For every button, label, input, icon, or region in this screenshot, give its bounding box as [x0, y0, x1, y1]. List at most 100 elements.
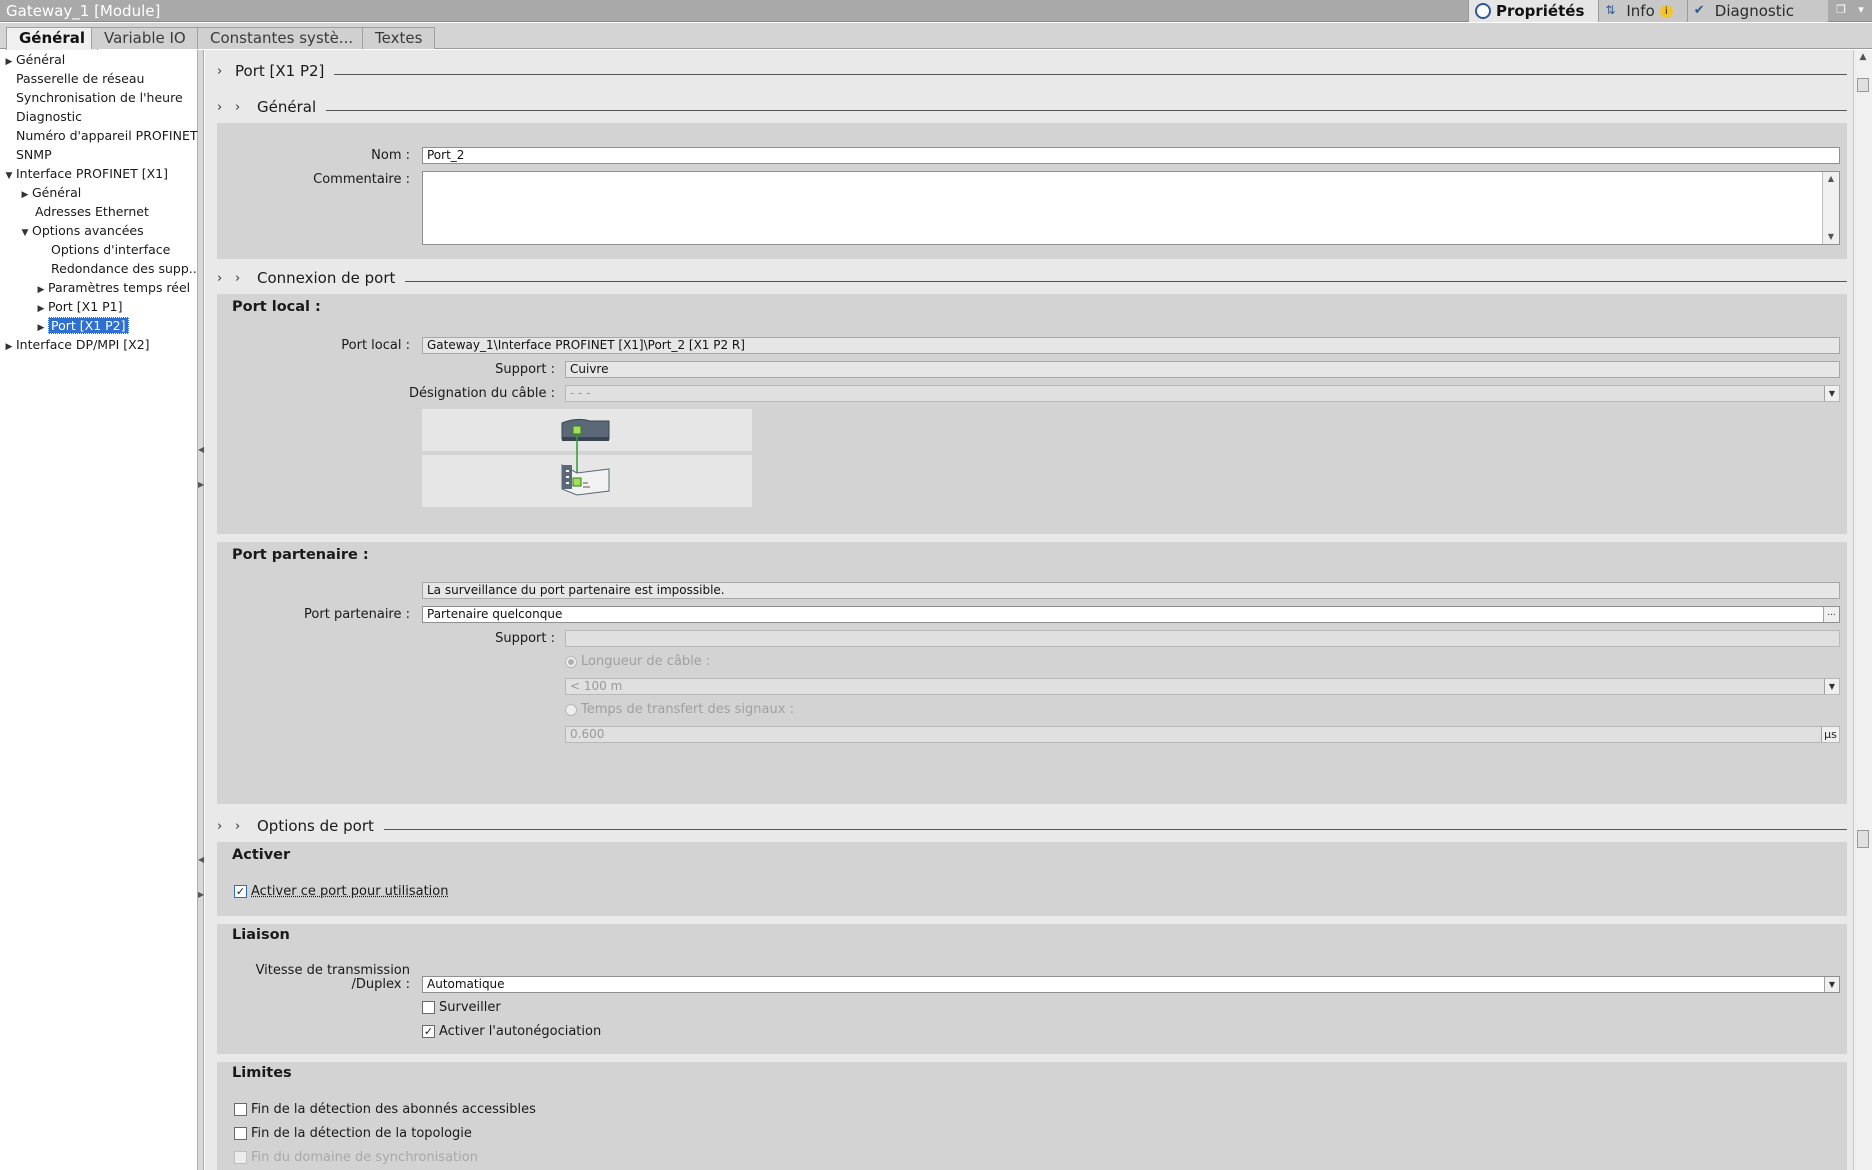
- scroll-thumb[interactable]: [1857, 78, 1869, 92]
- port-local-panel: Port local : Port local : Gateway_1\Inte…: [217, 294, 1847, 534]
- checkbox-checked-icon[interactable]: ✓: [422, 1025, 435, 1038]
- partner-port-label: Port partenaire :: [304, 607, 410, 622]
- connexion-section-header[interactable]: › › Connexion de port: [217, 268, 1847, 288]
- signal-delay-label: Temps de transfert des signaux :: [581, 702, 794, 717]
- speed-duplex-label-line2: /Duplex :: [351, 977, 410, 992]
- tree-item-realtime-params[interactable]: ▶ Paramètres temps réel: [34, 279, 191, 299]
- dropdown-arrow-icon[interactable]: ▼: [1824, 977, 1839, 992]
- minimize-icon[interactable]: ▾: [1854, 3, 1868, 17]
- radio-button[interactable]: [565, 703, 577, 716]
- expand-right-icon[interactable]: ▶: [198, 890, 204, 904]
- expand-arrow-icon[interactable]: ▶: [18, 186, 32, 204]
- dropdown-arrow-icon[interactable]: ▼: [1824, 679, 1839, 694]
- end-accessible-detection-checkbox[interactable]: Fin de la détection des abonnés accessib…: [234, 1102, 536, 1117]
- checkbox-unchecked-icon[interactable]: [422, 1001, 435, 1014]
- autonegotiation-checkbox[interactable]: ✓ Activer l'autonégociation: [422, 1024, 601, 1039]
- checkbox-unchecked-icon[interactable]: [234, 1103, 247, 1116]
- collapse-arrow-icon[interactable]: ▼: [18, 224, 32, 242]
- port-indicator-icon: [572, 425, 582, 435]
- dropdown-arrow-icon[interactable]: ▼: [1824, 386, 1839, 401]
- scroll-up-icon[interactable]: ▲: [1826, 174, 1836, 184]
- enable-port-checkbox[interactable]: ✓ Activer ce port pour utilisation: [234, 884, 448, 899]
- tree-item-dp-mpi-interface[interactable]: ▶ Interface DP/MPI [X2]: [2, 336, 150, 354]
- speed-duplex-select[interactable]: Automatique ▼: [422, 976, 1840, 993]
- tab-general[interactable]: Général: [6, 27, 98, 50]
- browse-button[interactable]: ...: [1823, 607, 1839, 622]
- section-chevron-icon[interactable]: ›: [235, 271, 253, 286]
- tree-item-device-number[interactable]: Numéro d'appareil PROFINET: [16, 127, 197, 145]
- tree-item-general[interactable]: ▶ Général: [2, 51, 66, 71]
- port-section-title: Port [X1 P2]: [235, 62, 325, 80]
- checkbox-unchecked-icon[interactable]: [234, 1127, 247, 1140]
- port-indicator-icon: [572, 477, 582, 487]
- tree-item-port-p1[interactable]: ▶ Port [X1 P1]: [34, 298, 123, 316]
- cable-designation-select[interactable]: - - - ▼: [565, 385, 1840, 402]
- diagnostic-icon: ✔: [1693, 3, 1705, 18]
- expand-arrow-icon[interactable]: ▶: [34, 319, 48, 337]
- general-panel: Nom : Port_2 Commentaire : ▲ ▼: [217, 123, 1847, 259]
- tab-system-constants[interactable]: Constantes systè...: [197, 27, 367, 49]
- options-section-header[interactable]: › › Options de port: [217, 816, 1847, 836]
- float-window-icon[interactable]: ❐: [1834, 3, 1848, 17]
- content-scrollbar[interactable]: ▲: [1853, 50, 1872, 1170]
- scroll-thumb[interactable]: [1857, 830, 1869, 848]
- scroll-down-icon[interactable]: ▼: [1826, 232, 1836, 242]
- tab-info[interactable]: ⇅ Info i: [1598, 0, 1687, 22]
- cable-length-radio[interactable]: Longueur de câble :: [565, 654, 710, 669]
- tree-splitter[interactable]: ◀ ▶ ◀ ▶: [198, 50, 204, 1170]
- end-topology-detection-checkbox[interactable]: Fin de la détection de la topologie: [234, 1126, 472, 1141]
- cable-designation-value: - - -: [570, 386, 591, 400]
- tab-diagnostic[interactable]: ✔ Diagnostic: [1686, 0, 1828, 22]
- tree-label: Général: [32, 185, 82, 200]
- tree-item-interface-general[interactable]: ▶ Général: [18, 184, 82, 204]
- cable-length-select[interactable]: < 100 m ▼: [565, 678, 1840, 695]
- expand-arrow-icon[interactable]: ▶: [34, 281, 48, 299]
- scroll-up-icon[interactable]: ▲: [1856, 52, 1870, 66]
- tab-properties[interactable]: Propriétés: [1467, 0, 1599, 22]
- port-section-header[interactable]: › Port [X1 P2]: [217, 61, 1847, 81]
- commentaire-textarea[interactable]: ▲ ▼: [422, 171, 1840, 245]
- limites-title: Limites: [232, 1065, 292, 1081]
- port-local-title: Port local :: [232, 299, 321, 315]
- cable-length-label: Longueur de câble :: [581, 654, 711, 669]
- signal-delay-field[interactable]: 0.600 µs: [565, 726, 1840, 743]
- collapse-left-icon[interactable]: ◀: [198, 445, 204, 459]
- radio-button[interactable]: [565, 655, 577, 668]
- activer-title: Activer: [232, 847, 291, 863]
- textarea-scrollbar[interactable]: ▲ ▼: [1822, 172, 1839, 244]
- checkbox-checked-icon[interactable]: ✓: [234, 885, 247, 898]
- tree-item-diagnostic[interactable]: Diagnostic: [16, 108, 82, 126]
- tree-item-media-redundancy[interactable]: Redondance des supp...: [51, 260, 201, 278]
- collapse-arrow-icon[interactable]: ▼: [2, 167, 16, 185]
- tab-texts[interactable]: Textes: [362, 27, 436, 49]
- expand-arrow-icon[interactable]: ▶: [34, 300, 48, 318]
- section-chevron-icon[interactable]: ›: [217, 271, 235, 286]
- tree-item-gateway[interactable]: Passerelle de réseau: [16, 70, 144, 88]
- section-chevron-icon[interactable]: ›: [235, 819, 253, 834]
- port-local-label: Port local :: [341, 338, 410, 353]
- section-chevron-icon[interactable]: ›: [217, 100, 235, 115]
- tree-item-ethernet-addresses[interactable]: Adresses Ethernet: [35, 203, 149, 221]
- general-section-header[interactable]: › › Général: [217, 97, 1847, 117]
- expand-arrow-icon[interactable]: ▶: [2, 338, 16, 356]
- tree-item-snmp[interactable]: SNMP: [16, 146, 52, 164]
- section-chevron-icon[interactable]: ›: [217, 819, 235, 834]
- monitor-checkbox[interactable]: Surveiller: [422, 1000, 501, 1015]
- section-chevron-icon[interactable]: ›: [235, 100, 253, 115]
- tree-label: Options avancées: [32, 223, 144, 238]
- tree-item-port-p2[interactable]: ▶ Port [X1 P2]: [34, 317, 129, 335]
- tree-label: Numéro d'appareil PROFINET: [16, 128, 198, 143]
- tab-io-variables[interactable]: Variable IO: [91, 27, 199, 49]
- tree-item-interface-options[interactable]: Options d'interface: [51, 241, 170, 259]
- expand-arrow-icon[interactable]: ▶: [2, 53, 16, 71]
- speed-duplex-label: Vitesse de transmission /Duplex :: [217, 964, 410, 992]
- expand-right-icon[interactable]: ▶: [198, 480, 204, 494]
- signal-delay-radio[interactable]: Temps de transfert des signaux :: [565, 702, 794, 717]
- collapse-left-icon[interactable]: ◀: [198, 855, 204, 869]
- tree-item-time-sync[interactable]: Synchronisation de l'heure: [16, 89, 183, 107]
- partner-port-field[interactable]: Partenaire quelconque ...: [422, 606, 1840, 623]
- nom-input[interactable]: Port_2: [422, 147, 1840, 164]
- tree-item-profinet-interface[interactable]: ▼ Interface PROFINET [X1]: [2, 165, 168, 183]
- section-chevron-icon[interactable]: ›: [217, 64, 235, 79]
- tree-item-advanced-options[interactable]: ▼ Options avancées: [18, 222, 144, 240]
